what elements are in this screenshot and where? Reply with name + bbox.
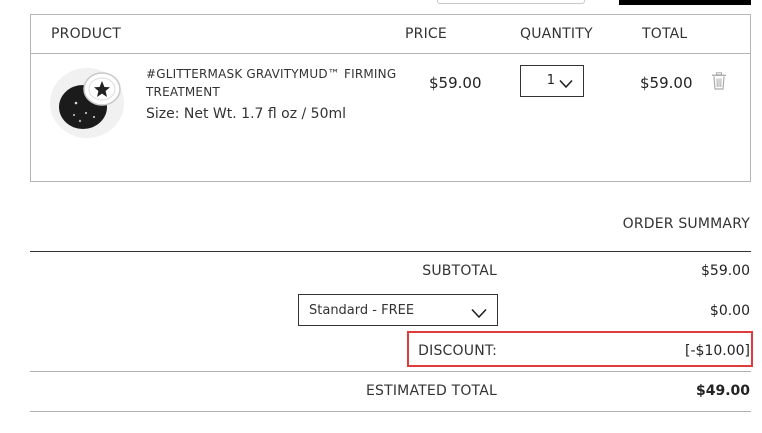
summary-divider-bottom [30,411,751,412]
header-price: PRICE [405,26,447,42]
summary-divider-middle [30,371,751,372]
cart-header-divider [30,53,751,54]
header-quantity: QUANTITY [520,26,593,42]
chevron-down-icon [471,304,487,323]
product-size: Size: Net Wt. 1.7 fl oz / 50ml [146,106,347,122]
chevron-down-icon [559,74,573,93]
discount-label: DISCOUNT: [418,343,497,359]
product-image[interactable] [46,63,128,143]
subtotal-label: SUBTOTAL [422,263,497,279]
header-product: PRODUCT [51,26,121,42]
quantity-value: 1 [546,73,555,88]
header-total: TOTAL [642,26,688,42]
product-name[interactable]: #GLITTERMASK GRAVITYMUD™ FIRMING TREATME… [146,65,406,101]
shipping-method-select[interactable]: Standard - FREE [298,294,498,326]
quantity-select[interactable]: 1 [520,65,584,97]
product-price: $59.00 [429,74,482,92]
estimated-total-value: $49.00 [695,383,750,399]
shipping-value: $0.00 [709,303,750,319]
product-total: $59.00 [640,74,693,92]
shipping-method-value: Standard - FREE [309,303,415,318]
top-checkout-button[interactable] [619,0,751,5]
order-summary-title: ORDER SUMMARY [622,216,750,232]
summary-divider-top [30,251,751,252]
discount-value: [-$10.00] [685,343,750,359]
estimated-total-label: ESTIMATED TOTAL [365,383,497,399]
top-outline-button[interactable] [437,0,585,4]
subtotal-value: $59.00 [701,263,750,279]
trash-icon[interactable] [711,72,727,94]
